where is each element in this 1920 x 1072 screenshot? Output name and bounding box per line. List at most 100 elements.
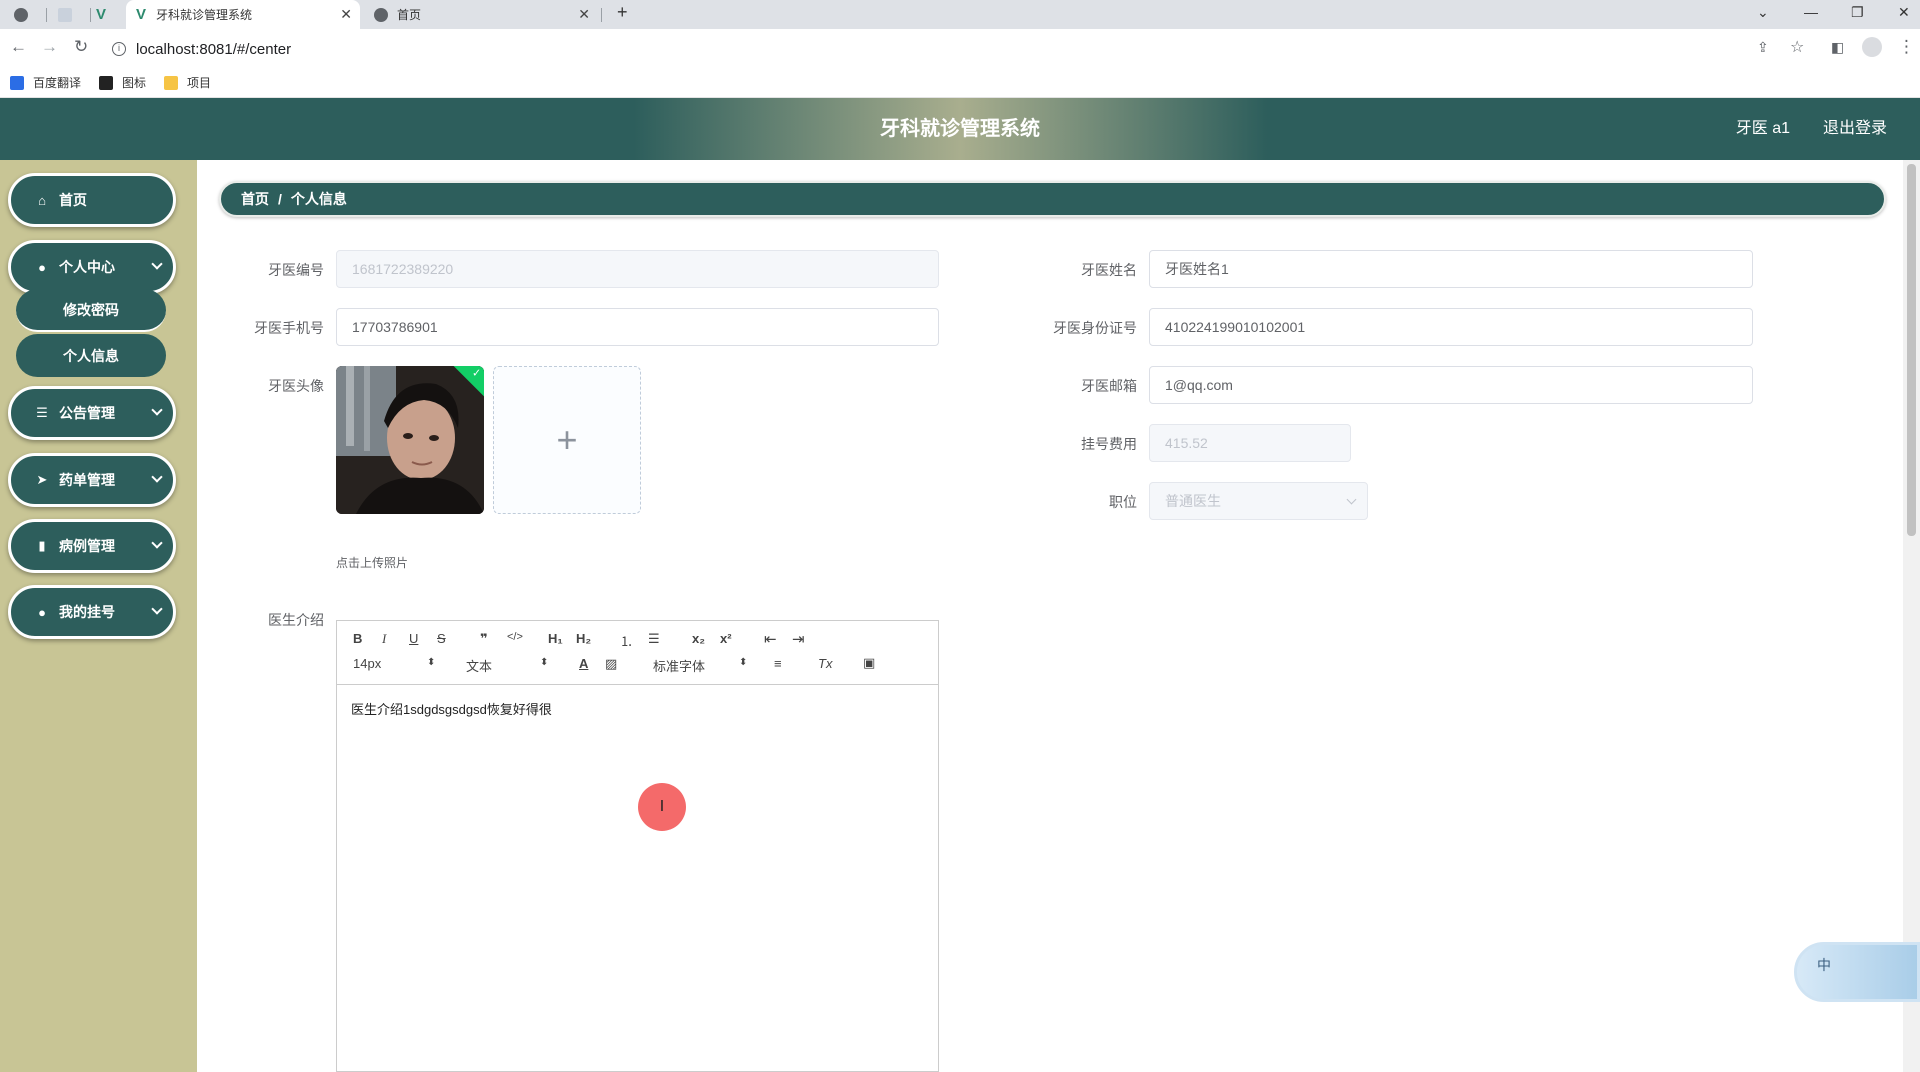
vue-logo-icon: V: [136, 6, 147, 23]
tab-app[interactable]: V 牙科就诊管理系统 ✕: [126, 0, 360, 29]
chevron-down-icon: [151, 404, 163, 416]
position-select[interactable]: 普通医生: [1149, 482, 1368, 520]
underline-button[interactable]: U: [409, 631, 418, 646]
phone-field[interactable]: 17703786901: [336, 308, 939, 346]
profile-avatar-icon[interactable]: [1862, 37, 1882, 57]
menu-kebab-icon[interactable]: ⋮: [1898, 37, 1915, 57]
logout-button[interactable]: 退出登录: [1823, 98, 1887, 160]
sidebar-item-label: 我的挂号: [59, 604, 115, 620]
close-window-button[interactable]: ✕: [1898, 4, 1910, 21]
sidebar-item-label: 病例管理: [59, 538, 115, 554]
sidebar-item-label: 个人中心: [59, 259, 115, 275]
font-family-select[interactable]: 标准字体 ⬍: [653, 656, 753, 675]
position-value: 普通医生: [1165, 493, 1221, 509]
send-icon: ➤: [36, 472, 48, 487]
chevron-down-icon: [151, 603, 163, 615]
restore-button[interactable]: ❐: [1851, 4, 1864, 21]
app-title: 牙科就诊管理系统: [880, 118, 1040, 140]
avatar-image[interactable]: ✓: [336, 366, 484, 514]
side-panel-icon[interactable]: ◧: [1831, 39, 1844, 56]
avatar-upload-button[interactable]: +: [493, 366, 641, 514]
sidebar-item-label: 药单管理: [59, 472, 115, 488]
intro-label: 医生介绍: [268, 612, 324, 628]
tab-separator: [90, 8, 91, 22]
sidebar-item-prescription-management[interactable]: ➤ 药单管理: [8, 453, 176, 507]
code-block-button[interactable]: </>: [507, 631, 523, 643]
globe-icon: [14, 7, 28, 22]
sidebar-item-my-registration[interactable]: ● 我的挂号: [8, 585, 176, 639]
mouse-cursor-indicator: I: [638, 783, 686, 831]
breadcrumb: 首页 / 个人信息: [219, 181, 1886, 217]
blockquote-button[interactable]: ❞: [480, 631, 488, 647]
bookmark-item[interactable]: 百度翻译: [10, 74, 81, 91]
page-scrollbar[interactable]: [1903, 160, 1920, 1072]
close-tab-icon[interactable]: ✕: [578, 6, 590, 23]
intro-rich-text-editor[interactable]: B I U S ❞ </> H₁ H₂ ⒈ ☰ x₂ x² ⇤ ⇥ 14px ⬍…: [336, 620, 939, 1072]
tab-home[interactable]: 首页 ✕: [364, 0, 598, 29]
vue-logo-icon: V: [96, 6, 107, 23]
sidebar-item-personal-center[interactable]: ● 个人中心: [8, 240, 176, 294]
sidebar-item-home[interactable]: ⌂ 首页: [8, 173, 176, 227]
header-select[interactable]: 文本 ⬍: [466, 656, 554, 675]
tab-pinned-2[interactable]: [48, 0, 88, 29]
strikethrough-button[interactable]: S: [437, 631, 446, 646]
phone-label: 牙医手机号: [254, 320, 324, 336]
forward-icon[interactable]: →: [41, 37, 58, 57]
editor-content[interactable]: 医生介绍1sdgdsgsdgsd恢复好得很: [351, 699, 552, 718]
italic-button[interactable]: I: [382, 631, 386, 647]
sidebar-item-notice-management[interactable]: ☰ 公告管理: [8, 386, 176, 440]
sidebar-item-personal-info[interactable]: 个人信息: [16, 334, 166, 377]
header-value: 文本: [466, 659, 493, 674]
align-button[interactable]: ≡: [774, 656, 782, 671]
h2-button[interactable]: H₂: [576, 631, 591, 646]
fee-field[interactable]: 415.52: [1149, 424, 1351, 462]
dentist-name-field[interactable]: 牙医姓名1: [1149, 250, 1753, 288]
h1-button[interactable]: H₁: [548, 631, 563, 646]
image-insert-button[interactable]: ▣: [863, 655, 875, 671]
scrollbar-thumb[interactable]: [1907, 164, 1916, 536]
info-icon[interactable]: i: [112, 42, 126, 56]
chevron-down-icon: [151, 258, 163, 270]
id-card-field[interactable]: 410224199010102001: [1149, 308, 1753, 346]
font-size-select[interactable]: 14px ⬍: [353, 656, 441, 671]
minimize-button[interactable]: —: [1804, 4, 1818, 20]
bullet-list-button[interactable]: ☰: [648, 631, 660, 647]
check-icon: ✓: [472, 367, 482, 380]
tab-title: 首页: [397, 8, 422, 22]
tab-separator: [46, 8, 47, 22]
select-arrows-icon: ⬍: [739, 657, 748, 668]
bookmark-item[interactable]: 图标: [99, 74, 146, 91]
dentist-id-field[interactable]: 1681722389220: [336, 250, 939, 288]
dentist-name-label: 牙医姓名: [1081, 262, 1137, 278]
close-tab-icon[interactable]: ✕: [340, 6, 352, 23]
indent-button[interactable]: ⇥: [792, 630, 805, 648]
sidebar-item-change-password[interactable]: 修改密码: [16, 289, 166, 332]
bold-button[interactable]: B: [353, 631, 362, 646]
select-arrows-icon: ⬍: [540, 657, 549, 668]
page-icon: [58, 7, 72, 22]
bookmark-label: 图标: [122, 76, 147, 90]
bookmark-label: 项目: [187, 76, 212, 90]
ime-status-widget[interactable]: 中: [1794, 942, 1920, 1002]
bookmark-star-icon[interactable]: ☆: [1790, 37, 1804, 57]
ordered-list-button[interactable]: ⒈: [620, 631, 633, 650]
bookmark-item[interactable]: 项目: [164, 74, 211, 91]
tab-pinned-1[interactable]: [4, 0, 44, 29]
share-icon[interactable]: ⇪: [1757, 39, 1769, 56]
tab-search-icon[interactable]: ⌄: [1757, 4, 1769, 21]
new-tab-button[interactable]: +: [617, 2, 628, 23]
superscript-button[interactable]: x²: [720, 631, 732, 646]
back-icon[interactable]: ←: [10, 37, 27, 57]
url-field[interactable]: i localhost:8081/#/center: [112, 37, 291, 61]
email-field[interactable]: 1@qq.com: [1149, 366, 1753, 404]
tab-pinned-3[interactable]: V: [92, 0, 128, 29]
clean-format-button[interactable]: Tx: [818, 656, 832, 671]
sidebar-item-case-management[interactable]: ▮ 病例管理: [8, 519, 176, 573]
background-color-button[interactable]: ▨: [605, 656, 617, 672]
breadcrumb-home[interactable]: 首页: [241, 189, 269, 209]
text-color-button[interactable]: A: [579, 656, 588, 671]
outdent-button[interactable]: ⇤: [764, 630, 777, 648]
subscript-button[interactable]: x₂: [692, 631, 705, 646]
fee-label: 挂号费用: [1081, 436, 1137, 452]
reload-icon[interactable]: ↻: [74, 37, 88, 57]
